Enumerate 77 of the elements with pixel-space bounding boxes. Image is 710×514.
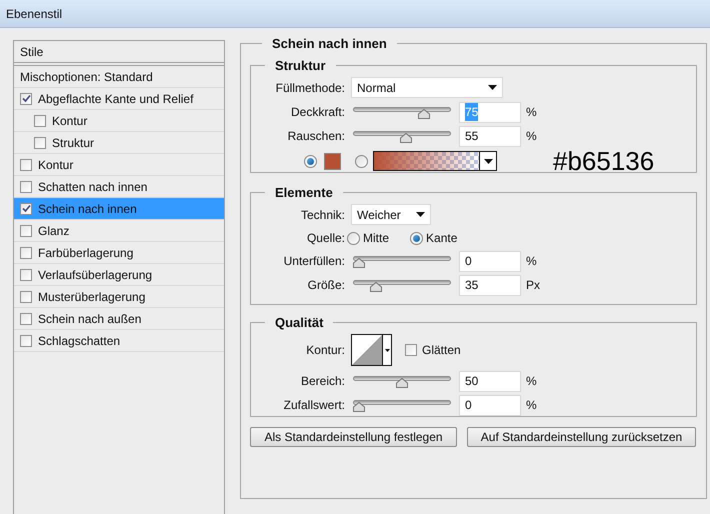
dialog-button[interactable]: Als Standardeinstellung festlegen: [250, 426, 457, 446]
field-label: Technik:: [300, 206, 346, 224]
checkbox[interactable]: [20, 92, 32, 104]
field-label: Zufallswert:: [282, 397, 346, 414]
caret-icon: [488, 85, 497, 90]
color-swatch[interactable]: [324, 152, 341, 170]
style-list-item[interactable]: Abgeflachte Kante und Relief: [14, 88, 224, 110]
slider[interactable]: [353, 374, 451, 388]
color-code-label: #b65136: [553, 148, 654, 174]
checkbox-label: Glätten: [422, 342, 461, 359]
style-list-item[interactable]: Struktur: [14, 132, 224, 154]
number-field[interactable]: 35: [459, 274, 521, 296]
style-list-item[interactable]: Schein nach außen: [14, 308, 224, 330]
field-label: Unterfüllen:: [282, 253, 346, 270]
checkbox[interactable]: [20, 246, 32, 258]
number-field[interactable]: 50: [459, 370, 521, 392]
slider[interactable]: [353, 398, 451, 412]
radio-button[interactable]: [304, 154, 317, 168]
radio-button[interactable]: [355, 154, 368, 168]
field-label: Deckkraft:: [290, 104, 346, 121]
number-field[interactable]: 0: [459, 250, 521, 272]
style-list-item[interactable]: Glanz: [14, 220, 224, 242]
slider[interactable]: [353, 278, 451, 292]
style-list-item[interactable]: Verlaufsüberlagerung: [14, 264, 224, 286]
group-title: Struktur: [274, 56, 327, 74]
checkbox[interactable]: [20, 334, 32, 346]
unit-label: %: [526, 104, 537, 121]
unit-label: %: [526, 373, 537, 390]
unit-label: %: [526, 397, 537, 414]
gradient-picker[interactable]: [373, 151, 497, 171]
checkbox[interactable]: [20, 158, 32, 170]
checkbox[interactable]: [20, 290, 32, 302]
checkbox[interactable]: [20, 224, 32, 236]
number-field[interactable]: 55: [459, 126, 521, 146]
style-list-item[interactable]: Kontur: [14, 154, 224, 176]
checkbox[interactable]: [34, 136, 46, 148]
field-label: Rauschen:: [286, 128, 346, 145]
checkbox[interactable]: [20, 202, 32, 214]
field-label: Quelle:: [306, 230, 346, 247]
caret-icon: [416, 212, 425, 217]
list-item[interactable]: Mischoptionen: Standard: [20, 68, 153, 86]
style-list-item[interactable]: Musterüberlagerung: [14, 286, 224, 308]
field-label: Füllmethode:: [274, 80, 346, 96]
style-list-item[interactable]: Farbüberlagerung: [14, 242, 224, 264]
checkbox[interactable]: [20, 268, 32, 280]
caret-icon: [384, 348, 390, 352]
slider[interactable]: [353, 105, 451, 119]
list-header: Stile: [20, 44, 44, 60]
field-label: Größe:: [306, 277, 346, 294]
style-list-item[interactable]: Schein nach innen: [14, 198, 224, 220]
window-title: Ebenenstil: [6, 6, 62, 22]
contour-picker[interactable]: [351, 334, 392, 366]
slider[interactable]: [353, 254, 451, 268]
checkbox[interactable]: [20, 312, 32, 324]
dropdown[interactable]: Weicher: [351, 204, 431, 225]
checkbox[interactable]: [34, 114, 46, 126]
unit-label: %: [526, 253, 537, 270]
style-list-item[interactable]: Schlagschatten: [14, 330, 224, 352]
option-label: Mitte: [363, 230, 390, 247]
checkbox[interactable]: [405, 344, 417, 356]
dialog-button[interactable]: Auf Standardeinstellung zurücksetzen: [467, 426, 696, 446]
field-label: Bereich:: [300, 373, 346, 390]
style-list-item[interactable]: Kontur: [14, 110, 224, 132]
option-label: Kante: [426, 230, 458, 247]
radio-button[interactable]: [347, 232, 360, 244]
field-label: Kontur:: [305, 342, 346, 359]
slider[interactable]: [353, 129, 451, 143]
group-title: Qualität: [274, 314, 324, 332]
caret-icon: [484, 158, 492, 164]
section-title: Schein nach innen: [271, 35, 388, 53]
checkbox[interactable]: [20, 180, 32, 192]
unit-label: %: [526, 128, 537, 145]
radio-button[interactable]: [410, 232, 424, 244]
group-title: Elemente: [274, 184, 334, 202]
dropdown[interactable]: Normal: [351, 77, 503, 98]
unit-label: Px: [526, 277, 540, 294]
number-field[interactable]: 0: [459, 394, 521, 416]
